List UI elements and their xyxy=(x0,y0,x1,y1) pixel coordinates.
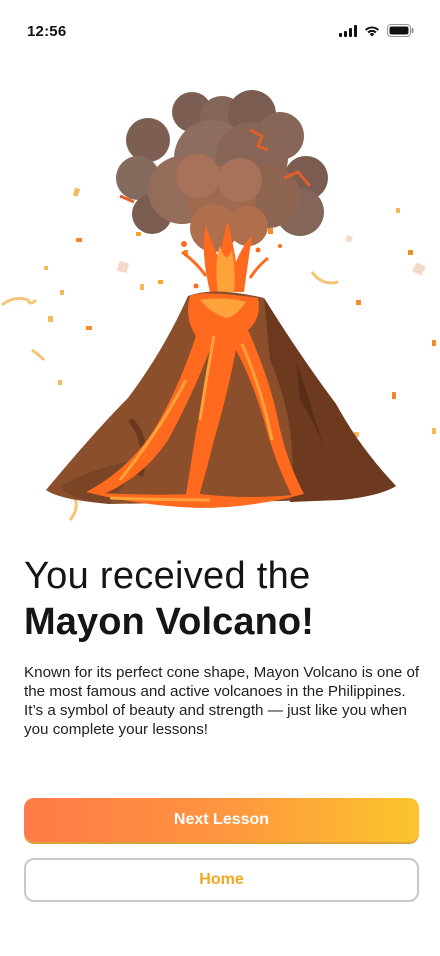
status-icons xyxy=(339,24,414,37)
volcano-illustration xyxy=(1,90,436,521)
description-paragraph-1: Known for its perfect cone shape, Mayon … xyxy=(24,664,420,700)
status-time: 12:56 xyxy=(27,23,67,40)
next-lesson-button[interactable]: Next Lesson xyxy=(24,798,419,842)
reward-description: Known for its perfect cone shape, Mayon … xyxy=(24,663,424,739)
description-paragraph-2: It’s a symbol of beauty and strength — j… xyxy=(24,702,407,738)
reward-title: You received the Mayon Volcano! xyxy=(24,553,424,645)
reward-title-line2: Mayon Volcano! xyxy=(24,601,314,643)
mountain xyxy=(46,291,396,508)
home-button[interactable]: Home xyxy=(24,858,419,902)
battery-icon xyxy=(387,24,414,37)
smoke-cloud xyxy=(116,90,328,252)
signal-icon xyxy=(339,24,357,37)
wifi-icon xyxy=(365,25,379,36)
reward-title-line1: You received the xyxy=(24,555,311,597)
status-bar: 12:56 xyxy=(0,0,440,62)
